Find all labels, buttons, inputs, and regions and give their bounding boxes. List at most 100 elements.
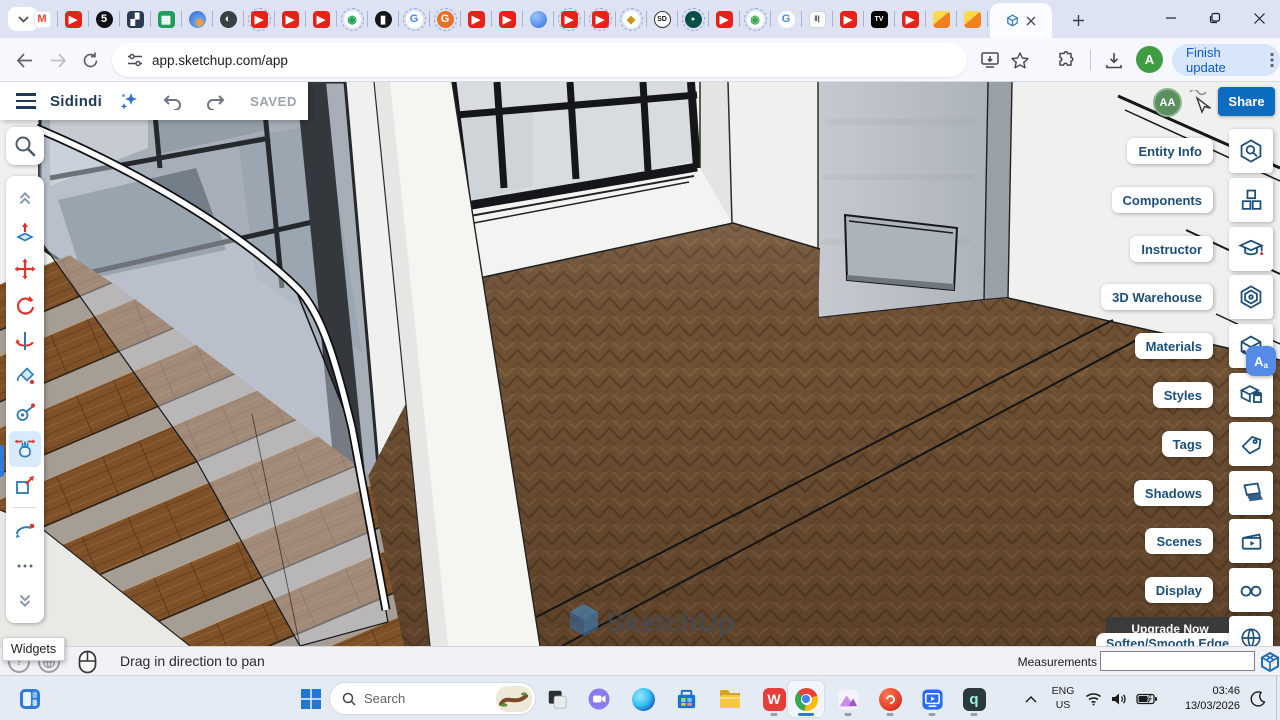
measurements-input[interactable] [1100, 651, 1255, 671]
search-tool-button[interactable] [6, 127, 44, 165]
sd-site-favicon[interactable]: SD [647, 4, 677, 34]
youtube-favicon[interactable]: ▶ [895, 4, 925, 34]
gold-site-favicon[interactable]: ◆ [616, 4, 646, 34]
gallery-app[interactable] [830, 681, 866, 717]
film-site-favicon[interactable]: ▞ [120, 4, 150, 34]
site-settings-icon[interactable] [126, 52, 144, 68]
browser-profile-avatar[interactable]: A [1136, 46, 1163, 73]
flame-site-favicon[interactable] [957, 4, 987, 34]
green-site-favicon[interactable]: ◉ [337, 4, 367, 34]
rotate-tool-button[interactable] [9, 287, 41, 323]
paint-bucket-tool-button[interactable] [9, 359, 41, 395]
file-explorer[interactable] [712, 681, 748, 717]
soften-panel-label[interactable]: Soften/Smooth Edges [1096, 633, 1236, 646]
orange-g-favicon[interactable]: G [430, 4, 460, 34]
zoom-window-tool-button[interactable] [9, 467, 41, 503]
display-icon[interactable] [1229, 568, 1273, 612]
window-minimize-button[interactable] [1150, 0, 1192, 36]
youtube-favicon[interactable]: ▶ [833, 4, 863, 34]
chrome-menu-icon[interactable] [1270, 52, 1274, 68]
url-text[interactable]: app.sketchup.com/app [152, 53, 288, 68]
google-favicon[interactable]: G [399, 4, 429, 34]
components-icon[interactable] [1229, 178, 1273, 222]
youtube-favicon[interactable]: ▶ [306, 4, 336, 34]
bookmark-star-icon[interactable] [1006, 46, 1034, 74]
gmail-favicon[interactable]: M [27, 4, 57, 34]
youtube-favicon[interactable]: ▶ [275, 4, 305, 34]
more-tools-button[interactable] [9, 548, 41, 584]
active-tab-sketchup[interactable] [990, 3, 1052, 38]
youtube-favicon[interactable]: ▶ [709, 4, 739, 34]
teal-site-favicon[interactable]: ● [678, 4, 708, 34]
panel-label-display[interactable]: Display [1145, 577, 1213, 603]
entity-info-icon[interactable] [1229, 129, 1273, 173]
tray-chevron-icon[interactable] [1016, 676, 1046, 720]
google-favicon[interactable]: G [771, 4, 801, 34]
bookmark-site-favicon[interactable]: ▮ [368, 4, 398, 34]
downloads-icon[interactable] [1100, 46, 1128, 74]
close-tab-icon[interactable] [1026, 16, 1036, 26]
scenes-icon[interactable] [1229, 519, 1273, 563]
wps-office[interactable]: W [756, 681, 792, 717]
orbit-tool-button[interactable] [9, 512, 41, 548]
address-bar[interactable]: app.sketchup.com/app [112, 43, 967, 77]
youtube-favicon[interactable]: ▶ [461, 4, 491, 34]
chat-app[interactable] [581, 681, 617, 717]
blue-globe-favicon[interactable] [182, 4, 212, 34]
model-title[interactable]: Sidindi [50, 93, 102, 110]
clock[interactable]: 03:4613/03/2026 [1170, 676, 1240, 720]
microsoft-store[interactable] [668, 681, 704, 717]
install-app-icon[interactable] [976, 46, 1004, 74]
task-view[interactable] [539, 681, 575, 717]
taskbar-search[interactable]: Search [330, 683, 535, 714]
redo-icon[interactable] [205, 92, 225, 110]
youtube-favicon[interactable]: ▶ [244, 4, 274, 34]
start-button[interactable] [293, 681, 329, 717]
youtube-favicon[interactable]: ▶ [585, 4, 615, 34]
panel-label-styles[interactable]: Styles [1153, 382, 1213, 408]
window-close-button[interactable] [1238, 0, 1280, 36]
tags-icon[interactable] [1229, 422, 1273, 466]
push-pull-tool-button[interactable] [9, 215, 41, 251]
ai-sparkle-icon[interactable] [118, 90, 140, 112]
blue-dot-favicon[interactable] [523, 4, 553, 34]
sketchup-account-avatar[interactable]: AA [1153, 88, 1182, 117]
panel-label-3d-warehouse[interactable]: 3D Warehouse [1101, 284, 1213, 310]
undo-icon[interactable] [163, 92, 183, 110]
flip-tool-button[interactable] [9, 323, 41, 359]
sketchup-3d-viewport[interactable]: SketchUp Sidindi SAVED AA [0, 82, 1280, 646]
movies-tv[interactable] [914, 681, 950, 717]
shadows-icon[interactable] [1229, 471, 1273, 515]
panel-label-components[interactable]: Components [1112, 187, 1213, 213]
edge-browser[interactable] [625, 681, 661, 717]
volume-icon[interactable] [1106, 676, 1132, 720]
new-tab-button[interactable] [1066, 8, 1090, 32]
dark-globe-favicon[interactable]: ◐ [213, 4, 243, 34]
extensions-icon[interactable] [1052, 46, 1080, 74]
audio-site-favicon[interactable]: ‖| [802, 4, 832, 34]
show-desktop-button[interactable] [1276, 676, 1280, 720]
dark-site-favicon[interactable]: 5 [89, 4, 119, 34]
tape-measure-tool-button[interactable] [9, 395, 41, 431]
panel-label-materials[interactable]: Materials [1135, 333, 1213, 359]
finish-update-button[interactable]: Finish update [1172, 44, 1280, 76]
translate-extension-button[interactable]: Aa [1246, 346, 1276, 376]
youtube-favicon[interactable]: ▶ [554, 4, 584, 34]
instructor-icon[interactable] [1229, 227, 1273, 271]
panel-label-scenes[interactable]: Scenes [1145, 528, 1213, 554]
tradingview-favicon[interactable]: TV [864, 4, 894, 34]
q-app[interactable]: q [956, 681, 992, 717]
youtube-favicon[interactable]: ▶ [58, 4, 88, 34]
collapse-up-button[interactable] [9, 179, 41, 215]
office-app[interactable] [872, 681, 908, 717]
chrome-browser[interactable] [788, 681, 824, 717]
back-button[interactable] [10, 46, 38, 74]
youtube-favicon[interactable]: ▶ [492, 4, 522, 34]
panel-label-entity-info[interactable]: Entity Info [1127, 138, 1213, 164]
language-indicator[interactable]: ENGUS [1046, 676, 1080, 720]
share-button[interactable]: Share [1218, 87, 1275, 116]
taskbar-widgets[interactable] [12, 681, 48, 717]
green-shield-favicon[interactable]: ◉ [740, 4, 770, 34]
window-maximize-button[interactable] [1194, 0, 1236, 36]
soften-panel-icon[interactable] [1229, 616, 1273, 646]
